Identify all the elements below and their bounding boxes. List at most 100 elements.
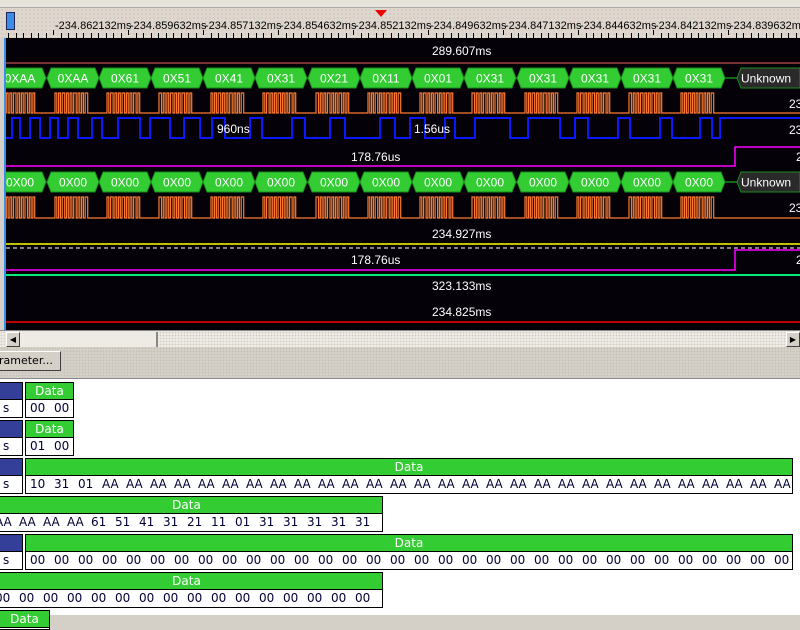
data-byte: 00: [414, 553, 430, 567]
packet-index-cell[interactable]: s: [0, 382, 23, 418]
ruler-tick-label: -234.859632ms: [130, 20, 207, 32]
decode-byte-label: 0XAA: [5, 72, 36, 86]
decode-byte-label: 0X00: [372, 176, 400, 190]
packet-index-cell[interactable]: s: [0, 458, 23, 494]
decode-byte-label: 0X31: [267, 72, 295, 86]
data-byte: 01: [235, 515, 251, 529]
data-byte: AA: [630, 477, 647, 491]
period-label: 289.607ms: [432, 44, 492, 58]
decode-byte-label: 0X00: [424, 176, 452, 190]
index-value: s: [3, 477, 10, 491]
data-byte: 00: [390, 553, 406, 567]
decode-byte-label: 0X00: [581, 176, 609, 190]
pulse-width-label: 960ns: [217, 122, 250, 136]
data-byte: 31: [54, 477, 70, 491]
data-byte: AA: [414, 477, 431, 491]
enable-signal: [6, 249, 800, 271]
trigger-marker-icon[interactable]: [375, 10, 387, 17]
decode-byte-label: 0X00: [529, 176, 557, 190]
scrollbar-thumb[interactable]: [20, 332, 158, 347]
data-byte: 31: [307, 515, 323, 529]
ruler-tick-label: -234.842132ms: [655, 20, 732, 32]
data-byte: AA: [174, 477, 191, 491]
packet-data-block[interactable]: Data: [0, 610, 50, 630]
ruler-tick: [128, 30, 129, 35]
data-byte: 00: [139, 591, 155, 605]
ruler-mode-icon[interactable]: [6, 12, 15, 30]
data-byte: 00: [43, 591, 59, 605]
data-byte: 00: [30, 401, 46, 415]
waveform-view[interactable]: 0XAA 0XAA 0X61 0X51 0X41 0X31 0X21 0X11 0X01 0X31…: [0, 38, 800, 330]
scroll-right-button[interactable]: ▶: [786, 332, 800, 347]
data-byte: 00: [678, 553, 694, 567]
data-header: Data: [26, 459, 792, 476]
decode-byte-label: 0X00: [476, 176, 504, 190]
data-byte: 31: [259, 515, 275, 529]
packet-data-block[interactable]: DataAA AA AA AA 61 51 41 31 21 11 01 31 31 31 31 31: [0, 496, 383, 532]
data-byte: 00: [222, 553, 238, 567]
period-label: 234.825ms: [432, 305, 492, 319]
decode-byte-label: 0X00: [267, 176, 295, 190]
parameter-button[interactable]: rameter...: [0, 351, 61, 371]
data-byte: 00: [0, 591, 11, 605]
packet-list[interactable]: s Data 00 00 s Data 01 00 s Data 10 31 01 AA AA AA AA AA A…: [0, 378, 800, 630]
decode-byte-label: 0X00: [59, 176, 87, 190]
data-byte: 31: [163, 515, 179, 529]
data-byte: 00: [163, 591, 179, 605]
data-byte: AA: [198, 477, 215, 491]
data-byte: AA: [558, 477, 575, 491]
data-byte: AA: [654, 477, 671, 491]
decode-byte-label: 0X00: [215, 176, 243, 190]
data-values: 01 00: [26, 438, 73, 455]
horizontal-scrollbar[interactable]: ◀ ▶: [0, 330, 800, 347]
data-byte: 00: [307, 591, 323, 605]
data-values: 00 00 00 00 00 00 00 00 00 00 00 00 00 00 00 00 00 00 00 00…: [26, 552, 792, 569]
data-byte: 00: [270, 553, 286, 567]
edge-label: 23: [789, 201, 800, 215]
period-label: 323.133ms: [432, 279, 492, 293]
ruler-tick: [53, 30, 54, 35]
packet-data-block[interactable]: Data 00 00 00 00 00 00 00 00 00 00 00 00 00 00 00 00 00 00…: [25, 534, 793, 570]
data-byte: 00: [174, 553, 190, 567]
packet-index-cell[interactable]: s: [0, 420, 23, 456]
ruler-tick: [728, 30, 729, 35]
edge-label: 23: [789, 97, 800, 111]
packet-data-block[interactable]: Data00 00 00 00 00 00 00 00 00 00 00 00 00 00 00 00: [0, 572, 383, 608]
channel-splitter[interactable]: [0, 38, 6, 330]
data-byte: 11: [211, 515, 227, 529]
data-byte: AA: [534, 477, 551, 491]
index-header: [0, 383, 22, 400]
data-byte: 31: [355, 515, 371, 529]
ruler-tick: [653, 30, 654, 35]
data-byte: 10: [30, 477, 46, 491]
packet-data-block[interactable]: Data 00 00: [25, 382, 74, 418]
data-byte: 00: [19, 591, 35, 605]
clock-signal: [1, 196, 800, 219]
data-byte: 00: [283, 591, 299, 605]
packet-data-block[interactable]: Data 10 31 01 AA AA AA AA AA AA AA AA AA AA AA AA AA AA AA…: [25, 458, 793, 494]
decode-byte-label: 0X00: [633, 176, 661, 190]
data-header: Data: [26, 383, 73, 400]
ruler-tick-label: -234.857132ms: [205, 20, 282, 32]
packet-data-block[interactable]: Data 01 00: [25, 420, 74, 456]
data-byte: 00: [342, 553, 358, 567]
data-byte: 00: [54, 439, 70, 453]
data-byte: 00: [30, 553, 46, 567]
data-byte: AA: [318, 477, 335, 491]
decode-byte-label: 0X31: [633, 72, 661, 86]
data-byte: AA: [486, 477, 503, 491]
time-ruler[interactable]: -234.862132ms -234.859632ms -234.857132ms -…: [0, 8, 800, 38]
edge-label: 2: [796, 253, 800, 267]
scroll-left-button[interactable]: ◀: [6, 332, 20, 347]
index-header: [0, 535, 22, 552]
data-byte: 31: [283, 515, 299, 529]
pulse-width-label: 1.56us: [414, 122, 451, 136]
data-values: AA AA AA AA 61 51 41 31 21 11 01 31 31 31 31 31: [0, 514, 382, 531]
decode-byte-label: 0X31: [476, 72, 504, 86]
ruler-tick: [428, 30, 429, 35]
ruler-tick: [278, 30, 279, 35]
packet-index-cell[interactable]: s: [0, 534, 23, 570]
decode-byte-label: 0X01: [424, 72, 452, 86]
data-byte: 01: [78, 477, 94, 491]
data-header: Data: [26, 421, 73, 438]
